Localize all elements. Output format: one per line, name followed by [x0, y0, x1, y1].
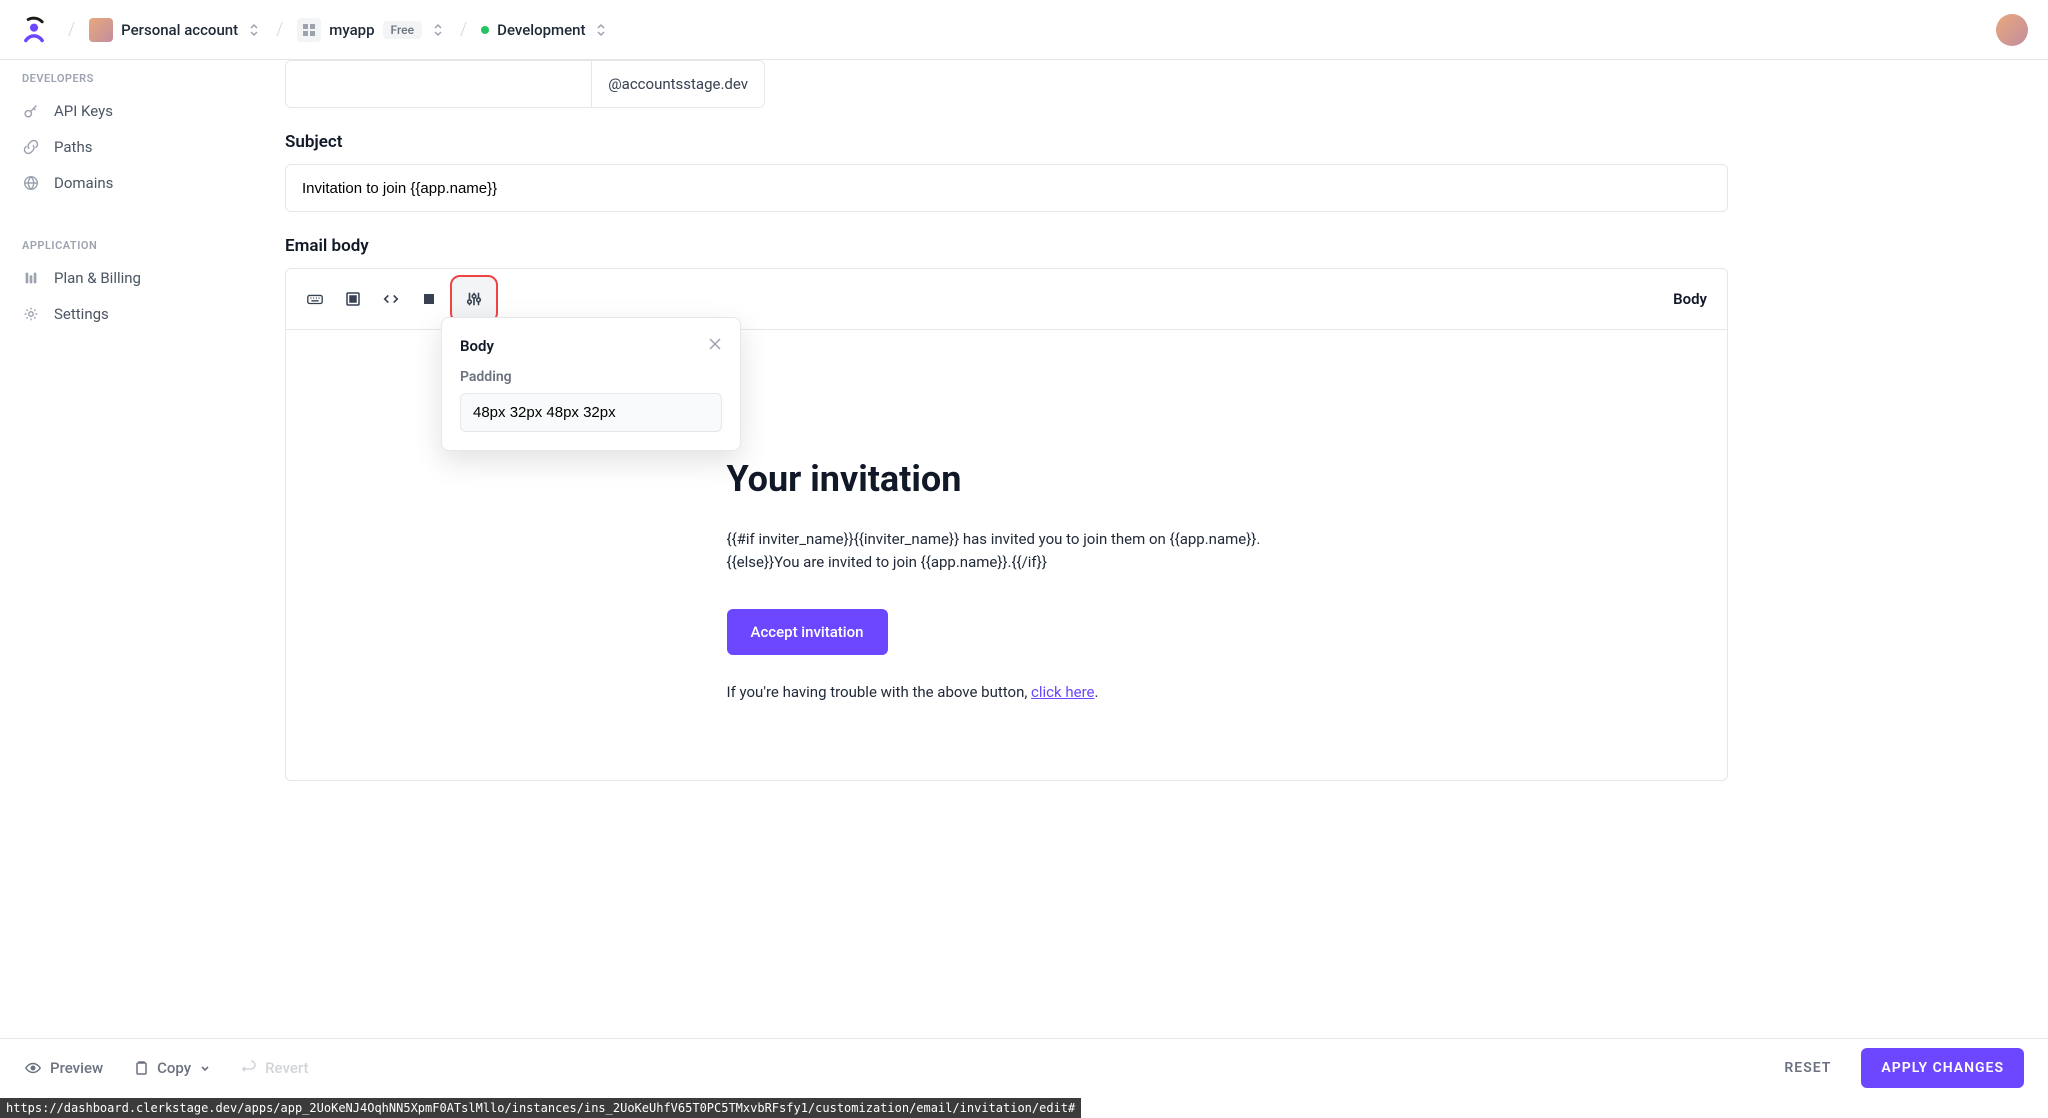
padding-input[interactable] — [460, 393, 722, 432]
logo-icon[interactable] — [20, 16, 48, 44]
sidebar-item-label: Plan & Billing — [54, 269, 141, 287]
undo-icon — [241, 1060, 257, 1076]
padding-label: Padding — [460, 369, 722, 385]
apply-changes-button[interactable]: APPLY CHANGES — [1861, 1048, 2024, 1088]
app-icon — [297, 18, 321, 42]
environment-selector[interactable]: Development — [481, 21, 609, 39]
status-bar-url: https://dashboard.clerkstage.dev/apps/ap… — [0, 1098, 1081, 1118]
toolbar-container-button[interactable] — [336, 282, 370, 316]
close-icon — [708, 337, 722, 351]
chevron-updown-icon — [246, 22, 262, 38]
stop-icon — [424, 294, 434, 304]
email-title: Your invitation — [727, 458, 1287, 500]
plan-badge: Free — [383, 21, 422, 39]
subject-label: Subject — [285, 132, 1728, 152]
popover-title: Body — [460, 337, 494, 355]
sidebar-item-label: API Keys — [54, 102, 113, 120]
status-dot-icon — [481, 26, 489, 34]
account-selector[interactable]: Personal account — [89, 18, 262, 42]
section-label-developers: DEVELOPERS — [0, 64, 265, 93]
toolbar-settings-button[interactable] — [450, 275, 498, 323]
gear-icon — [22, 305, 40, 323]
copy-button[interactable]: Copy — [133, 1059, 211, 1077]
app-selector[interactable]: myapp Free — [297, 18, 446, 42]
email-help-text: If you're having trouble with the above … — [727, 683, 1287, 701]
email-body-text: {{#if inviter_name}}{{inviter_name}} has… — [727, 528, 1287, 573]
sidebar-item-label: Settings — [54, 305, 109, 323]
sidebar-item-api-keys[interactable]: API Keys — [0, 93, 265, 129]
preview-label: Preview — [50, 1059, 103, 1077]
breadcrumb-sep: / — [68, 19, 75, 40]
breadcrumb-sep: / — [460, 19, 467, 40]
environment-label: Development — [497, 21, 585, 39]
sidebar-item-plan-billing[interactable]: Plan & Billing — [0, 260, 265, 296]
email-editor: Body Body Padding Your invitation {{#if … — [285, 268, 1728, 781]
sliders-icon — [465, 290, 483, 308]
revert-label: Revert — [265, 1059, 308, 1077]
link-icon — [22, 138, 40, 156]
main-content: @accountsstage.dev Subject Email body — [265, 60, 1788, 1038]
revert-button[interactable]: Revert — [241, 1059, 308, 1077]
help-prefix: If you're having trouble with the above … — [727, 683, 1032, 701]
body-settings-popover: Body Padding — [441, 317, 741, 451]
from-domain: @accountsstage.dev — [591, 60, 765, 108]
chevron-updown-icon — [593, 22, 609, 38]
chevron-updown-icon — [430, 22, 446, 38]
breadcrumb-sep: / — [276, 19, 283, 40]
sidebar-item-paths[interactable]: Paths — [0, 129, 265, 165]
from-input[interactable] — [285, 60, 591, 108]
chevron-down-icon — [199, 1062, 211, 1074]
from-field-group: @accountsstage.dev — [285, 60, 765, 108]
clipboard-icon — [133, 1060, 149, 1076]
email-body-line: {{else}}You are invited to join {{app.na… — [727, 553, 1047, 571]
accept-invitation-button[interactable]: Accept invitation — [727, 609, 888, 655]
eye-icon — [24, 1059, 42, 1077]
app-name: myapp — [329, 21, 374, 39]
toolbar-stop-button[interactable] — [412, 282, 446, 316]
toolbar-code-button[interactable] — [374, 282, 408, 316]
topbar: / Personal account / myapp Free / Develo… — [0, 0, 2048, 60]
sidebar: DEVELOPERS API Keys Paths Domains APPLIC… — [0, 60, 265, 1038]
subject-input[interactable] — [285, 164, 1728, 212]
preview-button[interactable]: Preview — [24, 1059, 103, 1077]
account-label: Personal account — [121, 21, 238, 39]
sidebar-item-domains[interactable]: Domains — [0, 165, 265, 201]
billing-icon — [22, 269, 40, 287]
user-avatar[interactable] — [1996, 14, 2028, 46]
section-label-application: APPLICATION — [0, 231, 265, 260]
help-suffix: . — [1094, 683, 1098, 701]
container-icon — [345, 291, 361, 307]
key-icon — [22, 102, 40, 120]
copy-label: Copy — [157, 1059, 191, 1077]
account-avatar — [89, 18, 113, 42]
toolbar-keyboard-button[interactable] — [298, 282, 332, 316]
breadcrumb: / Personal account / myapp Free / Develo… — [68, 18, 1996, 42]
toolbar-breadcrumb-label: Body — [1673, 290, 1715, 308]
body-label: Email body — [285, 236, 1728, 256]
reset-button[interactable]: RESET — [1784, 1060, 1831, 1076]
bottom-bar: Preview Copy Revert RESET APPLY CHANGES — [0, 1038, 2048, 1096]
sidebar-item-label: Paths — [54, 138, 92, 156]
sidebar-item-settings[interactable]: Settings — [0, 296, 265, 332]
keyboard-icon — [306, 290, 324, 308]
popover-close-button[interactable] — [708, 336, 722, 355]
email-body-line: {{#if inviter_name}}{{inviter_name}} has… — [727, 530, 1261, 548]
help-link[interactable]: click here — [1031, 683, 1094, 701]
sidebar-item-label: Domains — [54, 174, 113, 192]
code-icon — [382, 290, 400, 308]
globe-icon — [22, 174, 40, 192]
